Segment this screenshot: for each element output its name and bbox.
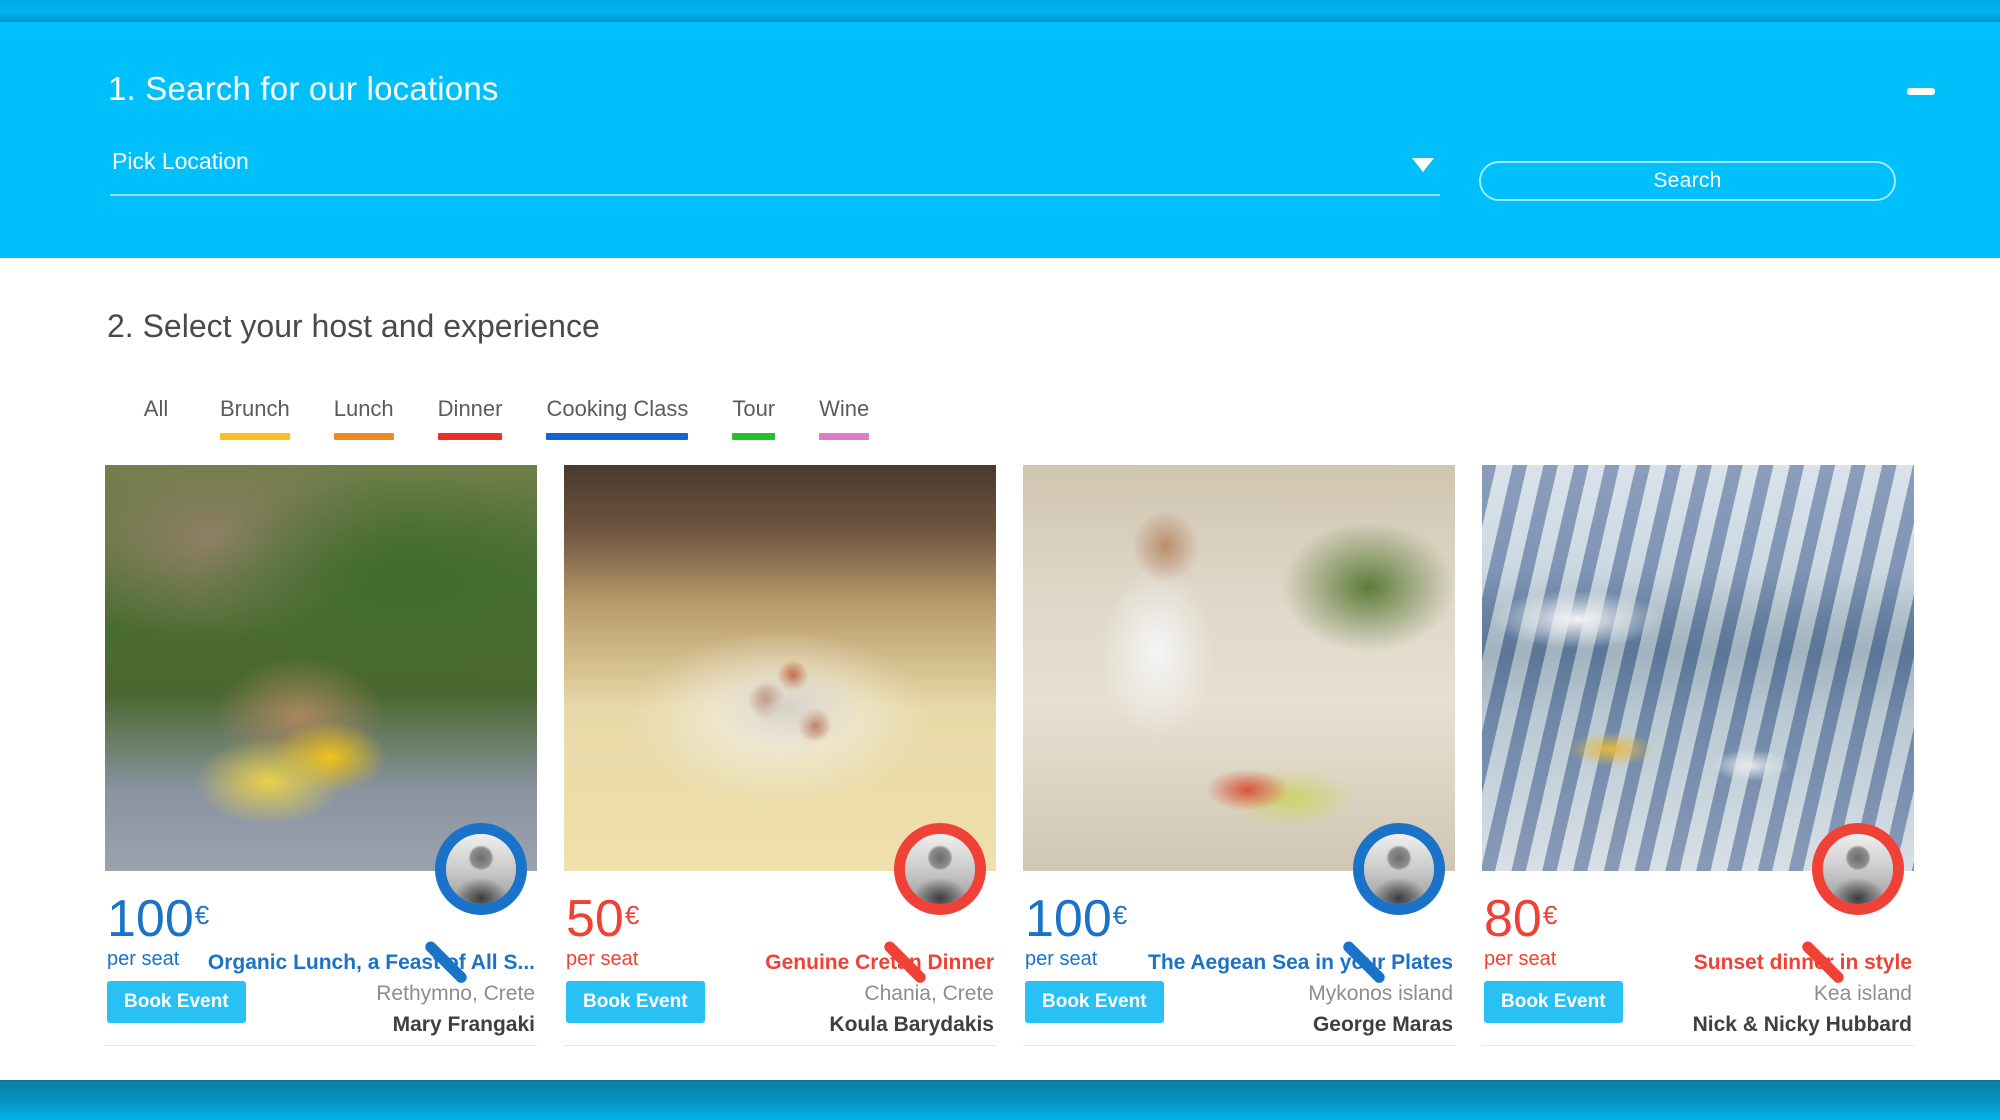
price-block: 100€ per seat [1025,889,1127,971]
experience-meta: Organic Lunch, a Feast of All S... Rethy… [208,950,535,1038]
experience-photo[interactable] [1023,465,1455,871]
tab-lunch[interactable]: Lunch [328,395,400,440]
book-event-button[interactable]: Book Event [1025,981,1164,1023]
minimize-icon [1907,87,1935,95]
tab-brunch-label: Brunch [220,396,290,421]
experience-photo[interactable] [564,465,996,871]
tab-dinner[interactable]: Dinner [432,395,509,440]
per-seat-label: per seat [1025,948,1098,970]
tab-brunch[interactable]: Brunch [214,395,296,440]
tab-brunch-underline [220,433,290,440]
tab-wine-underline [819,433,870,440]
book-event-button[interactable]: Book Event [566,981,705,1023]
experience-host-name: Mary Frangaki [392,1013,535,1036]
tab-lunch-label: Lunch [333,396,394,421]
experience-host-name: George Maras [1312,1013,1453,1036]
price-amount: 100 [1025,890,1112,948]
experience-host-name: Nick & Nicky Hubbard [1692,1013,1912,1036]
tab-tour-underline [732,433,776,440]
currency-symbol: € [1112,900,1128,930]
experience-card-list: 100€ per seat Book Event Organic Lunch, … [105,465,1914,1046]
tab-all[interactable]: All [130,395,182,440]
price-amount: 100 [107,890,194,948]
price-block: 50€ per seat [566,889,639,971]
experience-location: Rethymno, Crete [376,982,535,1005]
tab-wine[interactable]: Wine [813,395,875,440]
price: 100€ [1025,889,1127,945]
experience-location: Mykonos island [1308,982,1453,1005]
avatar [435,823,527,915]
select-host-section: 2. Select your host and experience All B… [0,258,2000,1080]
search-locations-panel: 1. Search for our locations Pick Locatio… [0,22,2000,258]
experience-card: 100€ per seat Book Event The Aegean Sea … [1023,465,1455,1046]
top-accent-strip [0,0,2000,22]
tab-lunch-underline [333,433,394,440]
page-footer-bar [0,1080,2000,1120]
book-event-button[interactable]: Book Event [1484,981,1623,1023]
price: 80€ [1484,889,1557,945]
experience-meta: Sunset dinner in style Kea island Nick &… [1693,950,1912,1038]
experience-card: 100€ per seat Book Event Organic Lunch, … [105,465,537,1046]
experience-card: 80€ per seat Book Event Sunset dinner in… [1482,465,1914,1046]
per-seat-label: per seat [1484,948,1557,970]
currency-symbol: € [624,900,640,930]
tab-all-underline [136,433,176,440]
section-title: 2. Select your host and experience [107,308,600,344]
avatar [1353,823,1445,915]
search-panel-title: 1. Search for our locations [108,70,499,107]
experience-location: Kea island [1813,982,1912,1005]
experience-meta: Genuine Cretan Dinner Chania, Crete Koul… [765,950,994,1038]
avatar [894,823,986,915]
per-seat-label: per seat [107,948,180,970]
tab-all-label: All [143,396,169,421]
tab-tour-label: Tour [732,396,776,421]
host-magnifier-avatar[interactable] [1335,823,1445,986]
tab-dinner-underline [437,433,503,440]
currency-symbol: € [1542,900,1558,930]
experience-location: Chania, Crete [864,982,994,1005]
search-button[interactable]: Search [1479,161,1896,201]
price-block: 100€ per seat [107,889,209,971]
currency-symbol: € [194,900,210,930]
experience-meta: The Aegean Sea in your Plates Mykonos is… [1148,950,1453,1038]
experience-filter-tabs: All Brunch Lunch Dinner Cooking Class To… [130,395,907,440]
price-amount: 80 [1484,890,1542,948]
tab-cooking-class[interactable]: Cooking Class [540,395,694,440]
experience-host-name: Koula Barydakis [829,1013,994,1036]
avatar [1812,823,1904,915]
price: 50€ [566,889,639,945]
host-magnifier-avatar[interactable] [417,823,527,986]
tab-wine-label: Wine [819,396,870,421]
tab-dinner-label: Dinner [437,396,503,421]
host-magnifier-avatar[interactable] [1794,823,1904,986]
tab-cooking-class-label: Cooking Class [546,396,689,421]
price: 100€ [107,889,209,945]
location-select-value: Pick Location [112,148,249,174]
host-magnifier-avatar[interactable] [876,823,986,986]
tab-tour[interactable]: Tour [726,395,781,440]
tab-cooking-class-underline [546,433,689,440]
chevron-down-icon [1412,158,1434,172]
per-seat-label: per seat [566,948,639,970]
experience-photo[interactable] [1482,465,1914,871]
price-amount: 50 [566,890,624,948]
experience-card: 50€ per seat Book Event Genuine Cretan D… [564,465,996,1046]
location-select[interactable]: Pick Location [110,138,1440,196]
price-block: 80€ per seat [1484,889,1557,971]
experience-photo[interactable] [105,465,537,871]
collapse-panel-button[interactable] [1904,80,1938,102]
